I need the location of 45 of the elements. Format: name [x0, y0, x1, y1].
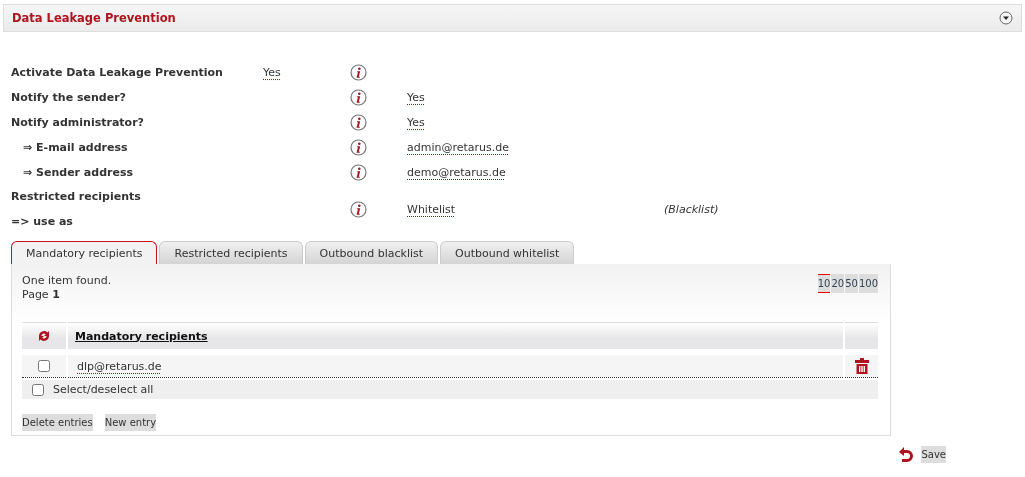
setting-value[interactable]: Whitelist [407, 202, 456, 216]
action-button[interactable]: New entry [104, 414, 157, 431]
setting-value[interactable]: demo@retarus.de [407, 166, 506, 179]
result-count: One item found. [22, 274, 112, 287]
info-icon[interactable] [350, 114, 367, 131]
page-size-option[interactable]: 100 [858, 274, 878, 293]
refresh-icon[interactable] [36, 329, 52, 343]
save-button[interactable]: Save [921, 446, 946, 463]
page-size-option[interactable]: 50 [845, 274, 858, 293]
info-icon[interactable] [350, 200, 367, 218]
tab[interactable]: Outbound blacklist [304, 241, 439, 264]
select-all-label: Select/deselect all [53, 383, 154, 396]
setting-value[interactable]: Yes [407, 116, 425, 129]
page-label: Page [22, 288, 49, 301]
setting-label: => use as [11, 215, 73, 228]
setting-label: Notify administrator? [11, 116, 145, 129]
select-all-checkbox[interactable] [32, 383, 44, 396]
setting-label: Activate Data Leakage Prevention [11, 66, 224, 79]
setting-value[interactable]: admin@retarus.de [407, 141, 510, 154]
page-number: 1 [52, 288, 60, 301]
info-icon[interactable] [350, 64, 367, 81]
collapse-icon[interactable] [999, 11, 1013, 25]
page-size-option[interactable]: 20 [831, 274, 845, 293]
column-header[interactable]: Mandatory recipients [68, 322, 843, 349]
info-icon[interactable] [350, 164, 367, 181]
info-icon[interactable] [350, 89, 367, 106]
tab[interactable]: Mandatory recipients [11, 241, 158, 264]
header-cell [845, 322, 878, 349]
setting-value[interactable]: Yes [263, 66, 281, 79]
row-checkbox[interactable] [38, 360, 50, 372]
setting-label: Restricted recipients [11, 190, 141, 203]
setting-value[interactable]: Yes [407, 91, 425, 104]
undo-icon[interactable] [898, 446, 915, 463]
tab[interactable]: Restricted recipients [159, 241, 303, 264]
setting-label: Notify the sender? [11, 91, 127, 104]
trash-icon[interactable] [854, 358, 869, 374]
info-icon[interactable] [350, 139, 367, 156]
table-cell[interactable]: dlp@retarus.de [77, 359, 162, 373]
page-size-option[interactable]: 10 [817, 274, 831, 293]
setting-label: ⇒ Sender address [22, 166, 134, 179]
tab[interactable]: Outbound whitelist [440, 241, 575, 264]
setting-label: ⇒ E-mail address [22, 141, 129, 154]
setting-note: (Blacklist) [664, 202, 719, 216]
action-button[interactable]: Delete entries [22, 414, 93, 431]
panel-title: Data Leakage Prevention [12, 11, 176, 25]
